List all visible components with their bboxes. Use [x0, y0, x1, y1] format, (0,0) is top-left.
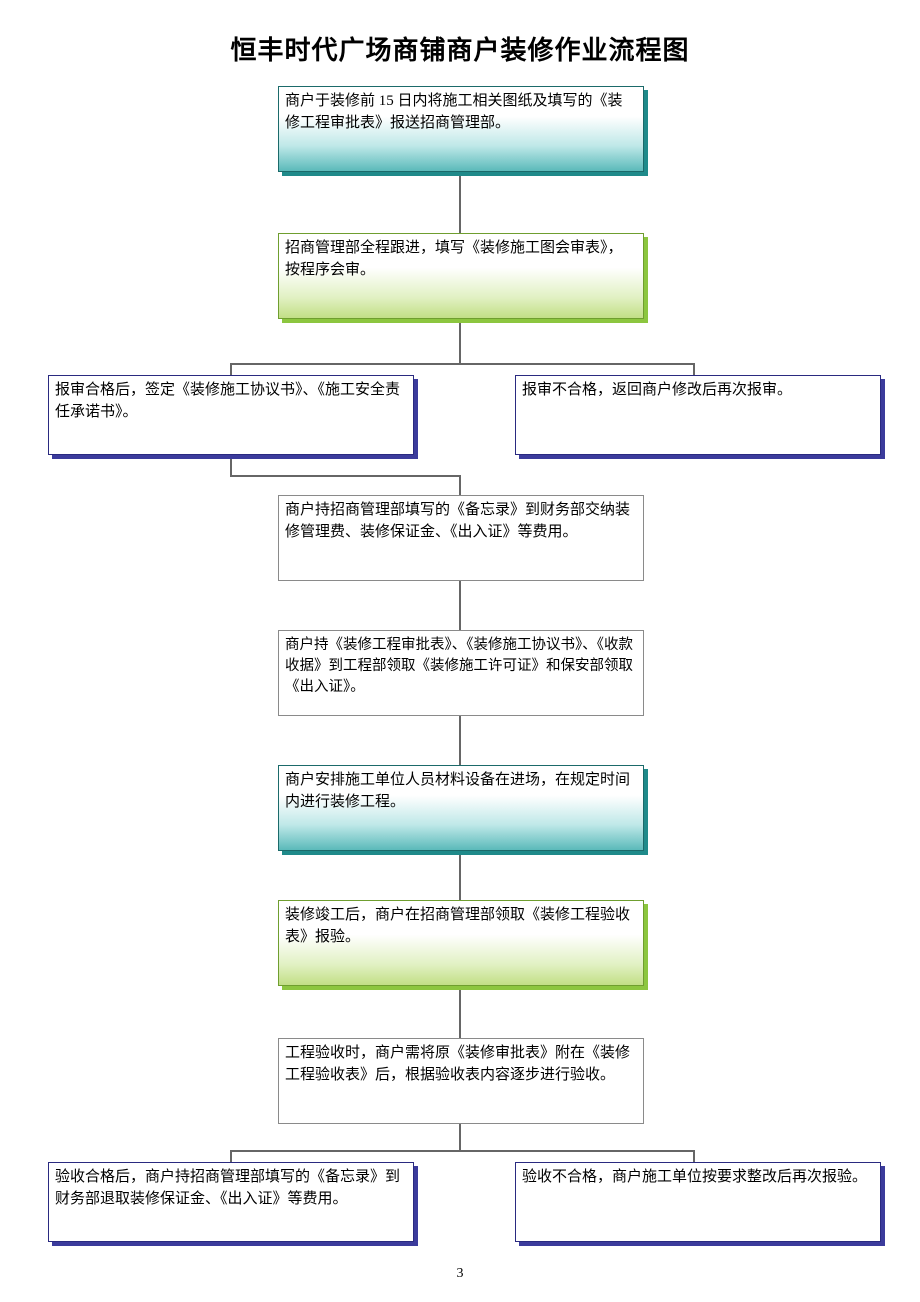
- connector: [230, 1150, 232, 1162]
- flowchart-page: 恒丰时代广场商铺商户装修作业流程图 商户于装修前 15 日内将施工相关图纸及填写…: [0, 0, 920, 1302]
- connector: [459, 320, 461, 365]
- step-9-fail-rectify: 验收不合格，商户施工单位按要求整改后再次报验。: [515, 1162, 881, 1242]
- step-1-submit-docs: 商户于装修前 15 日内将施工相关图纸及填写的《装修工程审批表》报送招商管理部。: [278, 86, 644, 172]
- step-7-completion-report: 装修竣工后，商户在招商管理部领取《装修工程验收表》报验。: [278, 900, 644, 986]
- step-4-pay-fees: 商户持招商管理部填写的《备忘录》到财务部交纳装修管理费、装修保证金、《出入证》等…: [278, 495, 644, 581]
- step-text: 商户安排施工单位人员材料设备在进场，在规定时间内进行装修工程。: [285, 772, 630, 810]
- connector: [230, 1150, 695, 1152]
- step-5-get-permits: 商户持《装修工程审批表》、《装修施工协议书》、《收款收据》到工程部领取《装修施工…: [278, 630, 644, 716]
- connector: [459, 850, 461, 900]
- step-text: 招商管理部全程跟进，填写《装修施工图会审表》，按程序会审。: [285, 240, 623, 278]
- connector: [693, 363, 695, 375]
- step-text: 报审合格后，签定《装修施工协议书》、《施工安全责任承诺书》。: [55, 382, 400, 420]
- step-text: 验收合格后，商户持招商管理部填写的《备忘录》到财务部退取装修保证金、《出入证》等…: [55, 1169, 400, 1207]
- connector: [459, 580, 461, 630]
- step-text: 商户持招商管理部填写的《备忘录》到财务部交纳装修管理费、装修保证金、《出入证》等…: [285, 502, 630, 540]
- step-8-inspection: 工程验收时，商户需将原《装修审批表》附在《装修工程验收表》后，根据验收表内容逐步…: [278, 1038, 644, 1124]
- step-3-fail-return: 报审不合格，返回商户修改后再次报审。: [515, 375, 881, 455]
- connector: [459, 715, 461, 765]
- step-text: 装修竣工后，商户在招商管理部领取《装修工程验收表》报验。: [285, 907, 630, 945]
- step-2-review: 招商管理部全程跟进，填写《装修施工图会审表》，按程序会审。: [278, 233, 644, 319]
- connector: [459, 988, 461, 1038]
- page-title: 恒丰时代广场商铺商户装修作业流程图: [0, 30, 920, 67]
- connector: [459, 173, 461, 233]
- connector: [230, 363, 695, 365]
- step-3-pass-sign: 报审合格后，签定《装修施工协议书》、《施工安全责任承诺书》。: [48, 375, 414, 455]
- connector: [459, 1122, 461, 1152]
- step-text: 商户于装修前 15 日内将施工相关图纸及填写的《装修工程审批表》报送招商管理部。: [285, 93, 623, 131]
- step-text: 工程验收时，商户需将原《装修审批表》附在《装修工程验收表》后，根据验收表内容逐步…: [285, 1045, 630, 1083]
- step-text: 报审不合格，返回商户修改后再次报审。: [522, 382, 792, 398]
- step-text: 商户持《装修工程审批表》、《装修施工协议书》、《收款收据》到工程部领取《装修施工…: [285, 637, 633, 695]
- connector: [230, 363, 232, 375]
- step-text: 验收不合格，商户施工单位按要求整改后再次报验。: [522, 1169, 867, 1185]
- step-6-construction: 商户安排施工单位人员材料设备在进场，在规定时间内进行装修工程。: [278, 765, 644, 851]
- connector: [459, 475, 461, 495]
- step-9-pass-refund: 验收合格后，商户持招商管理部填写的《备忘录》到财务部退取装修保证金、《出入证》等…: [48, 1162, 414, 1242]
- connector: [230, 455, 232, 477]
- page-number: 3: [0, 1266, 920, 1282]
- connector: [693, 1150, 695, 1162]
- connector: [230, 475, 461, 477]
